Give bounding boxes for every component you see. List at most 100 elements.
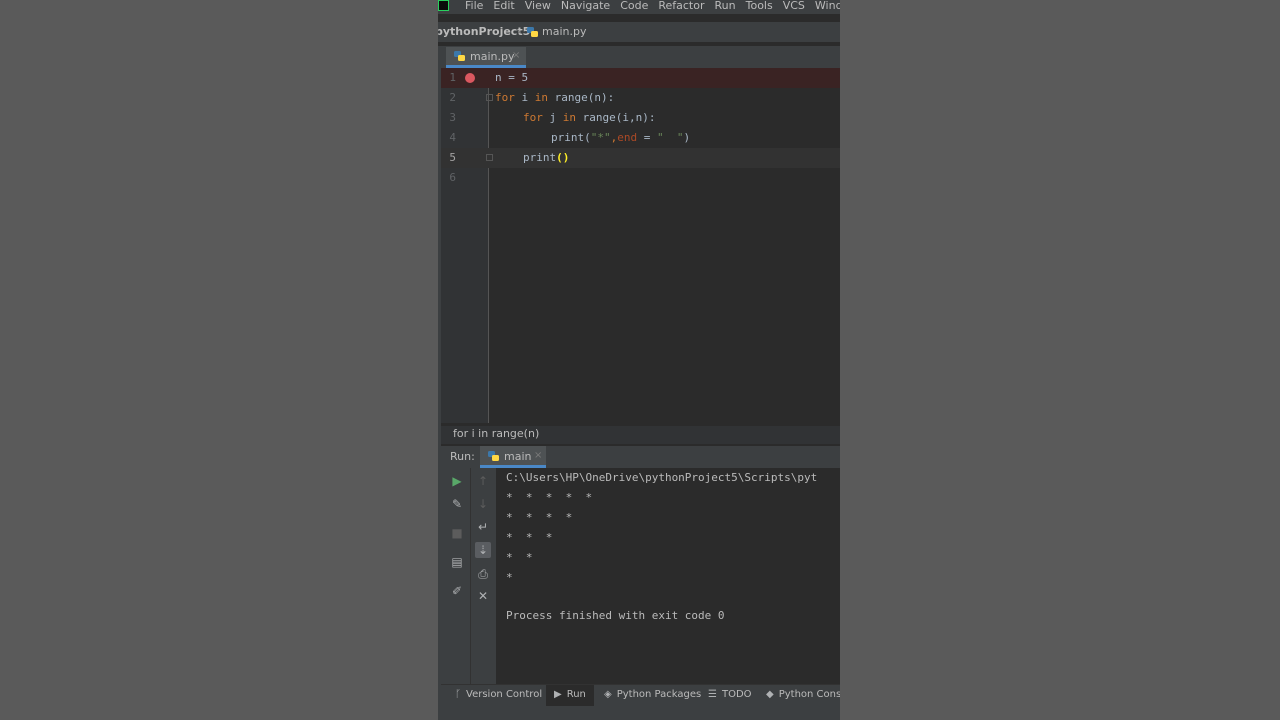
navigation-bar: pythonProject5 › main.py	[438, 22, 840, 42]
pycharm-logo-icon	[438, 0, 449, 11]
arrow-down-icon[interactable]: ↓	[475, 496, 491, 512]
menu-run[interactable]: Run	[715, 0, 736, 12]
tab-main-py[interactable]: main.py ×	[446, 47, 526, 68]
tool-tab-label: Run	[566, 689, 586, 700]
menu-vcs[interactable]: VCS	[783, 0, 805, 12]
breakpoint-icon[interactable]	[465, 73, 475, 83]
code-token: print(	[551, 131, 591, 144]
menu-tools[interactable]: Tools	[746, 0, 773, 12]
console-line: * *	[506, 551, 533, 564]
menu-refactor[interactable]: Refactor	[658, 0, 704, 12]
breadcrumb-separator: ›	[517, 25, 522, 38]
code-token: )	[683, 131, 691, 144]
git-branch-icon: ᚴ	[455, 689, 461, 700]
python-icon	[488, 451, 499, 461]
run-tab-close-icon[interactable]: ×	[534, 450, 542, 461]
python-file-icon	[527, 27, 538, 37]
run-toolbar-left: ▶ ✎ ■ ▤ ✐	[438, 468, 471, 684]
trash-icon[interactable]: ✕	[475, 588, 491, 604]
menu-edit[interactable]: Edit	[493, 0, 514, 12]
tool-tab-python-console[interactable]: ◆ Python Consol	[766, 689, 840, 700]
run-panel-label: Run:	[450, 450, 475, 463]
run-icon: ▶	[554, 689, 562, 700]
matched-parens: ()	[556, 151, 570, 164]
code-token: =	[637, 131, 657, 144]
breadcrumb-file[interactable]: main.py	[542, 25, 586, 38]
packages-icon: ◈	[604, 689, 612, 700]
code-text: for i in range(n):	[495, 88, 614, 108]
tool-tab-version-control[interactable]: ᚴ Version Control	[455, 689, 542, 700]
python-file-icon	[454, 51, 465, 61]
soft-wrap-icon[interactable]: ↵	[475, 519, 491, 535]
keyword: for	[523, 111, 543, 124]
code-statement: n = 5	[495, 71, 529, 84]
todo-icon: ☰	[708, 689, 717, 700]
rerun-icon[interactable]: ▶	[449, 473, 465, 489]
code-text: for j in range(i,n):	[523, 108, 655, 128]
console-line: C:\Users\HP\OneDrive\pythonProject5\Scri…	[506, 471, 818, 484]
run-tab-main[interactable]: main ×	[480, 446, 546, 468]
editor-tab-bar: main.py ×	[438, 46, 840, 69]
code-token: range(n):	[548, 91, 615, 104]
wrench-icon[interactable]: ✎	[449, 496, 465, 512]
code-breadcrumb-label: for i in range(n)	[453, 427, 540, 440]
keyword: in	[562, 111, 576, 124]
status-bar	[438, 706, 840, 720]
code-token: j	[542, 111, 563, 124]
code-text: print()	[523, 148, 569, 168]
console-line: *	[506, 571, 513, 584]
menu-file[interactable]: File	[465, 0, 483, 12]
run-tool-window-header: Run: main ×	[438, 446, 840, 468]
string-literal: " "	[657, 131, 684, 144]
tool-tab-python-packages[interactable]: ◈ Python Packages	[604, 689, 701, 700]
fold-marker-icon[interactable]	[486, 94, 493, 101]
ide-window: File Edit View Navigate Code Refactor Run Tools…	[438, 0, 840, 720]
left-tool-strip	[438, 46, 441, 706]
keyword-argument: end	[617, 131, 638, 144]
menu-view[interactable]: View	[525, 0, 551, 12]
code-token: print	[523, 151, 557, 164]
tab-label: main.py	[470, 50, 515, 63]
menu-code[interactable]: Code	[620, 0, 648, 12]
console-line: * * *	[506, 531, 553, 544]
tool-tab-label: Python Consol	[778, 689, 840, 700]
tool-tab-run[interactable]: ▶ Run	[546, 685, 594, 707]
code-line-6[interactable]: 6	[438, 168, 840, 188]
fold-marker-icon[interactable]	[486, 154, 493, 161]
arrow-up-icon[interactable]: ↑	[475, 473, 491, 489]
stop-icon[interactable]: ■	[449, 525, 465, 541]
code-line-3[interactable]: 3 for j in range(i,n):	[438, 108, 840, 128]
tool-tab-label: TODO	[721, 689, 752, 700]
code-line-1[interactable]: 1 n = 5	[438, 68, 840, 88]
tool-window-bar: ᚴ Version Control ▶ Run ◈ Python Packages ☰…	[438, 684, 840, 707]
code-line-5[interactable]: 5 print()	[438, 148, 840, 168]
tool-tab-label: Version Control	[466, 689, 543, 700]
menu-window[interactable]: Window	[815, 0, 840, 12]
string-literal: "*"	[590, 131, 611, 144]
layout-icon[interactable]: ▤	[449, 554, 465, 570]
console-line: * * * *	[506, 511, 573, 524]
keyword: for	[495, 91, 515, 104]
tab-close-icon[interactable]: ×	[512, 50, 520, 61]
code-token: i	[514, 91, 535, 104]
run-console-output[interactable]: C:\Users\HP\OneDrive\pythonProject5\Scri…	[496, 468, 840, 684]
code-line-4[interactable]: 4 print("*",end = " ")	[438, 128, 840, 148]
code-text: print("*",end = " ")	[551, 128, 690, 148]
scroll-to-end-icon[interactable]: ⇣	[475, 542, 491, 558]
code-breadcrumb[interactable]: for i in range(n)	[438, 426, 840, 444]
menu-bar: File Edit View Navigate Code Refactor Run Tools…	[438, 0, 840, 14]
tool-tab-todo[interactable]: ☰ TODO	[708, 689, 752, 700]
tool-tab-label: Python Packages	[616, 689, 702, 700]
code-editor[interactable]: 1 n = 5 2 for i in range(n): 3 for j in …	[438, 68, 840, 423]
console-line: * * * * *	[506, 491, 593, 504]
keyword: in	[534, 91, 548, 104]
code-text: n = 5	[495, 68, 528, 88]
code-token: range(i,n):	[576, 111, 656, 124]
run-toolbar-right: ↑ ↓ ↵ ⇣ ⎙ ✕	[471, 468, 496, 684]
print-icon[interactable]: ⎙	[475, 566, 491, 582]
code-line-2[interactable]: 2 for i in range(n):	[438, 88, 840, 108]
pin-icon[interactable]: ✐	[449, 583, 465, 599]
run-tab-label: main	[504, 450, 532, 463]
menu-navigate[interactable]: Navigate	[561, 0, 610, 12]
console-exit-message: Process finished with exit code 0	[506, 609, 725, 622]
